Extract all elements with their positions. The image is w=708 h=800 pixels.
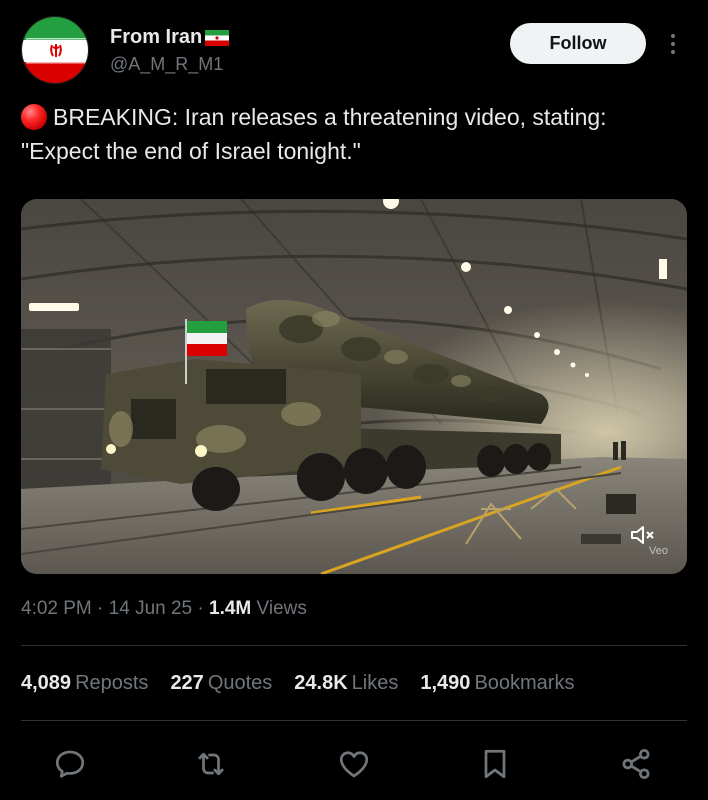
- like-button[interactable]: [332, 742, 376, 786]
- meta-separator: ·: [197, 598, 210, 619]
- views-count[interactable]: 1.4M: [209, 598, 251, 619]
- repost-icon: [198, 752, 224, 776]
- bookmarks-stat[interactable]: 1,490 Bookmarks: [420, 672, 574, 695]
- bookmark-button[interactable]: [473, 742, 517, 786]
- engagement-stats: 4,089 Reposts 227 Quotes 24.8K Likes 1,490 B…: [21, 672, 596, 695]
- name-row[interactable]: From Iran: [110, 26, 230, 49]
- quotes-label: Quotes: [207, 672, 273, 694]
- repost-button[interactable]: [189, 742, 233, 786]
- tweet-text: BREAKING: Iran releases a threatening vi…: [21, 100, 691, 168]
- share-icon: [622, 749, 650, 779]
- meta-separator: ·: [97, 598, 109, 619]
- tweet-meta: 4:02 PM · 14 Jun 25 · 1.4M Views: [21, 598, 307, 620]
- reposts-stat[interactable]: 4,089 Reposts: [21, 672, 148, 695]
- quotes-stat[interactable]: 227 Quotes: [170, 672, 272, 695]
- reply-button[interactable]: [48, 742, 92, 786]
- bookmarks-count: 1,490: [420, 672, 471, 694]
- reposts-count: 4,089: [21, 672, 72, 694]
- quotes-count: 227: [170, 672, 204, 694]
- tweet-header: From Iran @A_M_R_M1 Follow: [0, 0, 708, 90]
- iran-flag-icon: [205, 29, 230, 46]
- likes-stat[interactable]: 24.8K Likes: [294, 672, 398, 695]
- muted-speaker-icon: [631, 526, 654, 544]
- bookmark-icon: [484, 749, 506, 779]
- share-button[interactable]: [614, 742, 658, 786]
- divider: [21, 645, 687, 646]
- tweet-time[interactable]: 4:02 PM: [21, 598, 92, 619]
- tweet-body: BREAKING: Iran releases a threatening vi…: [21, 104, 607, 164]
- iran-flag-avatar-icon: [22, 17, 88, 83]
- views-label: Views: [256, 598, 307, 619]
- video-player[interactable]: Veo: [21, 199, 687, 574]
- likes-label: Likes: [351, 672, 399, 694]
- likes-count: 24.8K: [294, 672, 348, 694]
- more-options-icon[interactable]: [662, 30, 684, 58]
- veo-watermark: Veo: [649, 545, 668, 557]
- follow-button[interactable]: Follow: [510, 23, 646, 64]
- red-circle-icon: [21, 104, 47, 130]
- video-thumbnail: [21, 199, 687, 574]
- bookmarks-label: Bookmarks: [474, 672, 575, 694]
- reposts-label: Reposts: [75, 672, 149, 694]
- user-handle[interactable]: @A_M_R_M1: [110, 54, 223, 75]
- avatar[interactable]: [21, 16, 89, 84]
- reply-icon: [55, 750, 85, 778]
- like-icon: [339, 751, 369, 778]
- divider: [21, 720, 687, 721]
- display-name[interactable]: From Iran: [110, 26, 202, 49]
- tweet-date[interactable]: 14 Jun 25: [109, 598, 192, 619]
- action-bar: [0, 742, 708, 786]
